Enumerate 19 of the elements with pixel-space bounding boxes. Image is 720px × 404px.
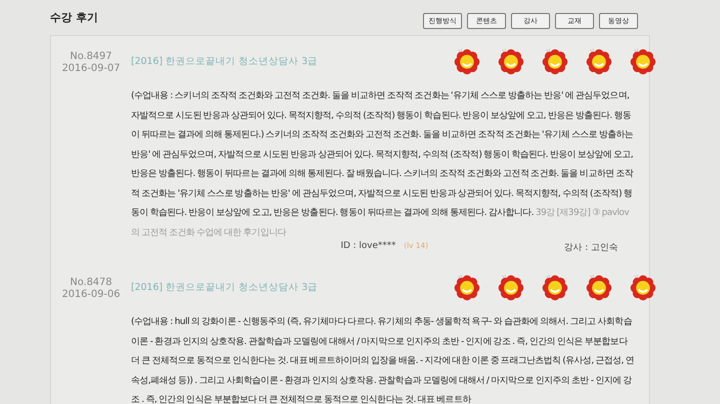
flower-icon xyxy=(586,273,612,301)
flower-icon xyxy=(454,273,480,301)
review-date: 2016-09-06 xyxy=(60,289,122,301)
flower-icon xyxy=(498,47,524,75)
instructor-name: 강사 : 고인숙 xyxy=(564,242,618,254)
flower-icon xyxy=(630,47,656,75)
user-id: ID : love**** xyxy=(340,241,396,251)
review-text: (수업내용 : hull 의 강화이론 - 신행동주의 (즉, 유기체마다 다르다. 유기체의 추동- 생물학적 욕구- 와 습관화에 의해서. 그리고 사회학습이론 - 환경과 인지의 상호작용. 관찰학습과 모델링에 대해서 / 마지막으로 인지주의 초반 - 인지에 강조 . 즉, 인간의 인식은 부분합보다 더 큰 전체적으로 동적으로 인식한다는 것. 대표 베르트하이머의 입장을 배움. - 지각에 대한 이론 중 프래그난츠법칙 (유사성, 근접성, 연속성,폐쇄성 등)) . 그리고 사회학습이론 - 환경과 인지의 상호작용. 관찰학습과 모델링에 대해서 / 마지막으로 인지주의 초반 - 인지에 강조 . 즉, 인간의 인식은 부분합보다 더 큰 전체적으로 동적으로 인식한다는 것. 대표 베르트하 xyxy=(131,316,636,404)
review-number: No.8478 xyxy=(68,277,114,289)
review-text: (수업내용 : 스키너의 조작적 조건화와 고전적 조건화. 둘을 비교하면 조작적 조건화는 '유기체 스스로 방출하는 반응' 에 관심두었으며, 자발적으로 시도된 반응과 상관되어 있다. 목적지향적, 수의적 (조작적) 행동이 학습된다. 반응이 보상앞에 오고, 반응은 방출된다. 행동이 뒤따르는 결과에 의해 통제된다.) 스키너의 조작적 조건화와 고전적 조건화. 둘을 비교하면 조작적 조건화는 '유기체 스스로 방출하는 반응' 에 관심두었으며, 자발적으로 시도된 반응과 상관되어 있다. 목적지향적, 수의적 (조작적) 행동이 학습된다. 반응이 보상앞에 오고, 반응은 방출된다. 행동이 뒤따르는 결과에 의해 통제된다. 잘 배웠습니다. 스키너의 조작적 조건화와 고전적 조건화. 둘을 비교하면 조작적 조건화는 '유기체 스스로 방출하는 반응' 에 관심두었으며, 자발적으로 시도된 반응과 상관되어 있다. 목적지향적, 수의적 (조작적) 행동이 학습된다. 반응이 보상앞에 오고, 반응은 방출된다. 행동이 뒤따르는 결과에 의해 통제된다. 감사합니다. 39강 [제39강] ③ pavlov의 고전적 조건화 수업에 대한 후기입니다 xyxy=(131,90,634,240)
review-date: 2016-09-07 xyxy=(60,63,122,75)
section-title: 수강 후기 xyxy=(50,10,98,25)
review-number: No.8497 xyxy=(68,51,114,63)
flower-icon xyxy=(454,47,480,75)
flower-icon xyxy=(542,47,568,75)
flower-icon xyxy=(630,273,656,301)
flower-icon xyxy=(498,273,524,301)
flower-icon xyxy=(542,273,568,301)
flower-icon xyxy=(586,47,612,75)
